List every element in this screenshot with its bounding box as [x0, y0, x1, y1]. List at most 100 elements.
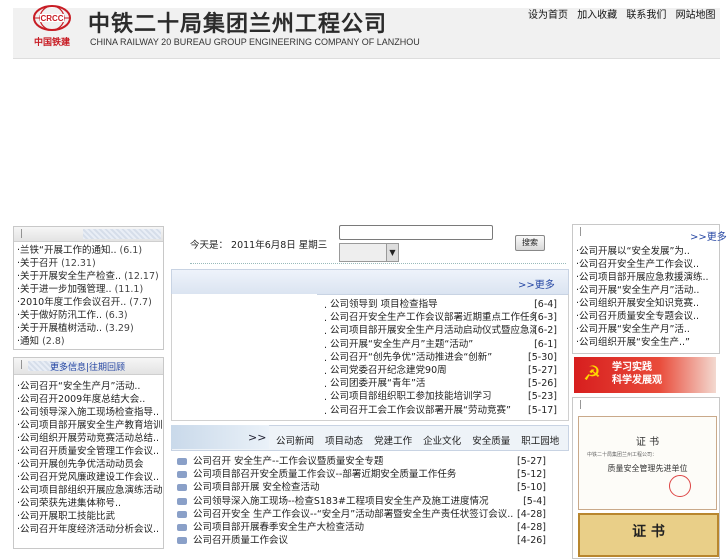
panel-bar: | — [579, 400, 583, 410]
list-item[interactable]: ·公司召开安全生产工作会议.. — [573, 258, 719, 271]
list-item[interactable]: ·公司开展创先争优活动动员会 — [14, 458, 163, 471]
panel-bar: | — [20, 360, 24, 370]
list-item[interactable]: ·公司开展以“安全发展”为.. — [573, 245, 719, 258]
certificate-image[interactable]: 证 书 — [578, 513, 719, 557]
notice-panel: | ·兰铁“开展工作的通知.. (6.1) ·关于召开 (12.31) ·关于开… — [13, 226, 164, 350]
list-item[interactable]: ·公司项目部开展应急救援演练.. — [573, 271, 719, 284]
site-title-en: CHINA RAILWAY 20 BUREAU GROUP ENGINEERIN… — [90, 37, 420, 47]
safety-panel: | ·公司开展以“安全发展”为.. ·公司召开安全生产工作会议.. ·公司项目部… — [572, 224, 720, 354]
news-item[interactable]: · 公司领导到 项目检查指导 [6-4] — [321, 298, 563, 311]
list-item[interactable]: ·公司组织开展安全知识竞赛.. — [573, 297, 719, 310]
list-item[interactable]: ·兰铁“开展工作的通知.. (6.1) — [14, 244, 163, 257]
news-item[interactable]: · 公司项目部组织职工参加技能培训学习 [5-23] — [321, 390, 563, 403]
safety-list: ·公司开展以“安全发展”为.. ·公司召开安全生产工作会议.. ·公司项目部开展… — [573, 245, 719, 349]
tab-staff[interactable]: 职工园地 — [521, 436, 559, 447]
bullet-icon — [177, 471, 187, 479]
news-item[interactable]: · 公司团委开展“青年”活 [5-26] — [321, 377, 563, 390]
list-item[interactable]: ·公司开展“安全生产月”活.. — [573, 323, 719, 336]
tab-news-item[interactable]: 公司召开质量工作会议 [4-26] — [174, 534, 566, 547]
list-item[interactable]: ·公司荣获先进集体称号.. — [14, 497, 163, 510]
logo-brand: CRCC — [40, 14, 63, 23]
list-item[interactable]: ·公司召开党风廉政建设工作会议.. — [14, 471, 163, 484]
tab-news-item[interactable]: 公司领导深入施工现场--检查S183#工程项目安全生产及施工进度情况 [5-4] — [174, 495, 566, 508]
list-item[interactable]: ·公司开展职工技能比武 — [14, 510, 163, 523]
company-news-title: | 更多信息|往期回顾 — [14, 358, 163, 375]
certificate-image[interactable]: 证 书 中铁二十局集团兰州工程公司： 质量安全管理先进单位 — [578, 416, 717, 510]
safety-more-link[interactable]: >>更多 — [690, 228, 727, 243]
tab-safety[interactable]: 安全质量 — [472, 436, 510, 447]
honor-panel-title: | — [573, 398, 719, 412]
news-item[interactable]: · 公司召开安全生产工作会议部署近期重点工作任务.. [6-3] — [321, 311, 563, 324]
panel-bar: | — [579, 227, 583, 237]
list-item[interactable]: ·关于开展安全生产检查.. (12.17) — [14, 270, 163, 283]
tab-culture[interactable]: 企业文化 — [423, 436, 461, 447]
tab-news-item[interactable]: 公司项目部召开安全质量工作会议--部署近期安全质量工作任务 [5-12] — [174, 468, 566, 481]
search-input[interactable] — [339, 225, 493, 240]
bullet-icon — [177, 497, 187, 505]
chevron-down-icon[interactable]: ▼ — [386, 244, 398, 261]
notice-list: ·兰铁“开展工作的通知.. (6.1) ·关于召开 (12.31) ·关于开展安… — [14, 244, 163, 348]
banner-line1: 学习实践 — [612, 362, 652, 373]
list-item[interactable]: ·公司召开年度经济活动分析会议.. — [14, 523, 163, 536]
list-item[interactable]: ·公司项目部组织开展应急演练活动.. — [14, 484, 163, 497]
news-header — [171, 269, 569, 295]
tab-news-list: 公司召开 安全生产--工作会议暨质量安全专题 [5-27] 公司项目部召开安全质量… — [174, 455, 566, 547]
news-item[interactable]: · 公司召开工会工作会议部署开展“劳动竞赛” [5-17] — [321, 404, 563, 417]
list-item[interactable]: ·关于召开 (12.31) — [14, 257, 163, 270]
list-item[interactable]: ·公司组织开展劳动竞赛活动总结.. — [14, 432, 163, 445]
tab-news-item[interactable]: 公司召开安全 生产工作会议--“安全月”活动部署暨安全生产责任状签订会议.. [4… — [174, 508, 566, 521]
seal-icon — [669, 475, 691, 497]
news-item[interactable]: · 公司开展“安全生产月”主题“活动” [6-1] — [321, 338, 563, 351]
list-item[interactable]: ·公司项目部开展安全生产教育培训.. — [14, 419, 163, 432]
tab-strip: 公司新闻 项目动态 党建工作 企业文化 安全质量 职工园地 — [276, 433, 567, 447]
bullet-icon — [177, 458, 187, 465]
news-photo[interactable] — [172, 294, 317, 418]
list-item[interactable]: ·关于开展植树活动.. (3.29) — [14, 322, 163, 335]
site-title-cn: 中铁二十局集团兰州工程公司 — [88, 12, 388, 37]
news-item[interactable]: · 公司党委召开纪念建党90周 [5-27] — [321, 364, 563, 377]
date-display: 今天是： 2011年6月8日 星期三 — [190, 240, 328, 251]
list-item[interactable]: ·关于进一步加强管理.. (11.1) — [14, 283, 163, 296]
cert-award: 质量安全管理先进单位 — [607, 464, 688, 473]
tab-party-work[interactable]: 党建工作 — [374, 436, 412, 447]
more-archive-link[interactable]: 更多信息|往期回顾 — [50, 360, 125, 373]
bullet-icon — [177, 510, 187, 518]
list-item[interactable]: ·2010年度工作会议召开.. (7.7) — [14, 296, 163, 309]
tab-company-news[interactable]: 公司新闻 — [276, 436, 314, 447]
sitemap-link[interactable]: 网站地图 — [676, 10, 716, 21]
list-item[interactable]: ·公司开展“安全生产月”活动.. — [573, 284, 719, 297]
news-item[interactable]: · 公司项目部开展安全生产月活动启动仪式暨应急演练.. [6-2] — [321, 324, 563, 337]
news-more-link[interactable]: >>更多 — [518, 276, 555, 291]
divider — [190, 263, 566, 264]
search-button[interactable]: 搜索 — [515, 235, 545, 251]
add-favorite-link[interactable]: 加入收藏 — [577, 10, 617, 21]
list-item[interactable]: ·关于做好防汛工作.. (6.3) — [14, 309, 163, 322]
cert-title: 证 书 — [632, 524, 665, 540]
logo-sub: 中国铁建 — [34, 36, 71, 48]
company-news-panel: | 更多信息|往期回顾 ·公司召开“安全生产月”活动.. ·公司召开2009年度… — [13, 357, 164, 549]
list-item[interactable]: ·公司召开2009年度总结大会.. — [14, 393, 163, 406]
bullet-icon — [177, 537, 187, 545]
news-list: · 公司领导到 项目检查指导 [6-4] · 公司召开安全生产工作会议部署近期重点… — [321, 298, 563, 417]
list-item[interactable]: ·通知 (2.8) — [14, 335, 163, 348]
set-homepage-link[interactable]: 设为首页 — [528, 10, 568, 21]
list-item[interactable]: ·公司领导深入施工现场检查指导.. — [14, 406, 163, 419]
contact-us-link[interactable]: 联系我们 — [626, 10, 666, 21]
tab-news-item[interactable]: 公司召开 安全生产--工作会议暨质量安全专题 [5-27] — [174, 455, 566, 468]
tab-project-news[interactable]: 项目动态 — [325, 436, 363, 447]
panel-bar: | — [20, 229, 24, 239]
party-emblem-icon: ☭ — [583, 361, 601, 385]
list-item[interactable]: ·公司召开“安全生产月”活动.. — [14, 380, 163, 393]
tab-news-item[interactable]: 公司项目部开展 安全检查活动 [5-10] — [174, 481, 566, 494]
panel-stripe — [83, 229, 161, 239]
company-news-list: ·公司召开“安全生产月”活动.. ·公司召开2009年度总结大会.. ·公司领导… — [14, 380, 163, 536]
search-category-select[interactable]: ▼ — [339, 243, 399, 262]
news-item[interactable]: · 公司召开“创先争优”活动推进会“创新” [5-30] — [321, 351, 563, 364]
top-links: 设为首页 加入收藏 联系我们 网站地图 — [528, 6, 722, 21]
list-item[interactable]: ·公司召开质量安全管理工作会议.. — [14, 445, 163, 458]
list-item[interactable]: ·公司召开质量安全专题会议.. — [573, 310, 719, 323]
banner-text: 学习实践 科学发展观 — [612, 361, 662, 387]
cert-title: 证 书 — [635, 437, 660, 448]
list-item[interactable]: ·公司组织开展“安全生产..” — [573, 336, 719, 349]
tab-news-item[interactable]: 公司项目部开展春季安全生产大检查活动 [4-28] — [174, 521, 566, 534]
